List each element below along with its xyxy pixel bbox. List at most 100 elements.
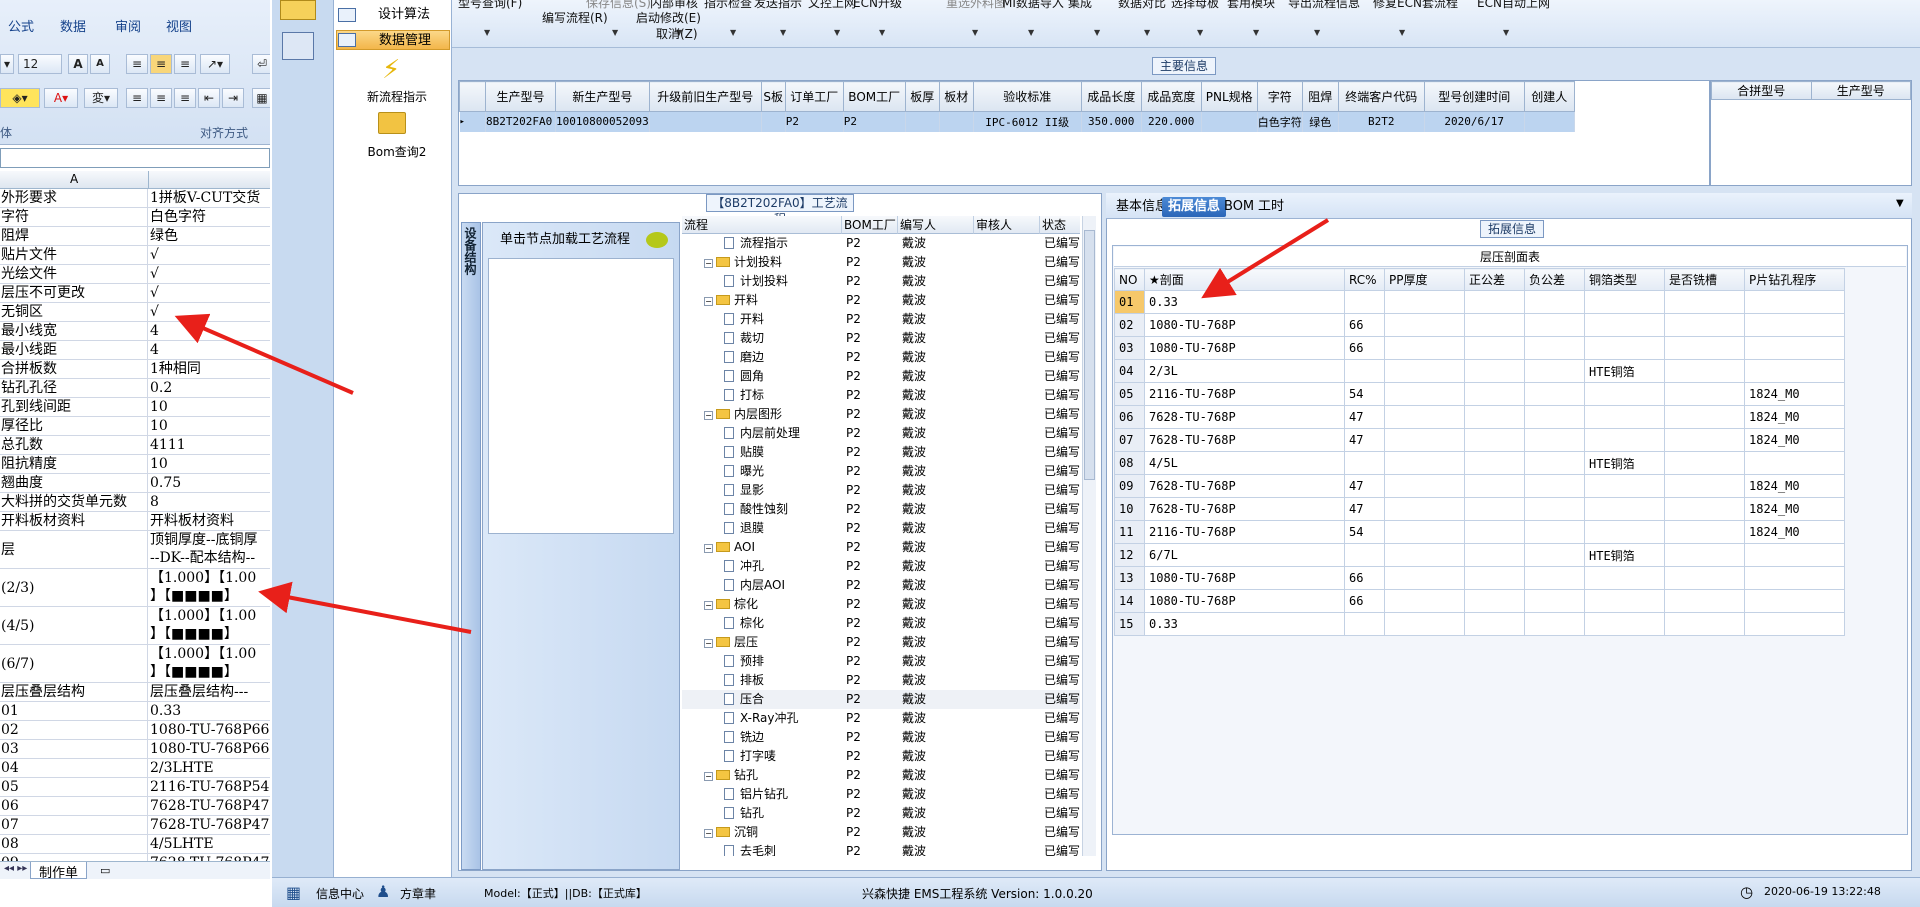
cell-b[interactable]: 2116-TU-768P54: [148, 778, 270, 796]
toolbar-button[interactable]: 导出流程信息: [1288, 0, 1360, 11]
lamination-cell[interactable]: 47: [1344, 405, 1385, 429]
cell-a[interactable]: 光绘文件: [0, 265, 148, 283]
cell-b[interactable]: 10: [148, 398, 270, 416]
lamination-cell[interactable]: 2116-TU-768P: [1144, 520, 1345, 544]
lamination-cell[interactable]: [1744, 451, 1845, 475]
lamination-cell[interactable]: 47: [1344, 428, 1385, 452]
lamination-cell[interactable]: [1464, 405, 1525, 429]
lamination-cell[interactable]: [1584, 612, 1665, 636]
lamination-cell[interactable]: 08: [1114, 451, 1145, 475]
flow-step-cell[interactable]: 钻孔: [724, 804, 842, 823]
main-info-cell[interactable]: P2: [785, 111, 844, 132]
equipment-icon[interactable]: [282, 32, 314, 60]
lamination-cell[interactable]: [1744, 290, 1845, 314]
lamination-row[interactable]: 01 0.33: [1114, 290, 1845, 314]
lamination-col-header[interactable]: PP厚度: [1384, 268, 1465, 291]
lamination-cell[interactable]: [1664, 543, 1745, 567]
collapse-toggle-icon[interactable]: −: [704, 411, 713, 420]
toolbar-button[interactable]: 选择母板: [1171, 0, 1219, 11]
excel-tab-review[interactable]: 审阅: [115, 16, 141, 35]
lamination-col-header[interactable]: RC%: [1344, 268, 1385, 291]
main-info-col-header[interactable]: 创建人: [1523, 81, 1575, 112]
main-info-cell[interactable]: [761, 111, 786, 132]
lamination-cell[interactable]: [1464, 566, 1525, 590]
lamination-cell[interactable]: [1664, 428, 1745, 452]
lamination-cell[interactable]: 14: [1114, 589, 1145, 613]
collapse-toggle-icon[interactable]: −: [704, 639, 713, 648]
lamination-cell[interactable]: [1464, 520, 1525, 544]
lamination-cell[interactable]: [1744, 543, 1845, 567]
dropdown-caret-icon[interactable]: ▼: [879, 28, 885, 37]
merge-col-header[interactable]: 生产型号: [1810, 81, 1911, 100]
flow-step-cell[interactable]: 计划投料: [724, 272, 842, 291]
lamination-cell[interactable]: [1584, 520, 1665, 544]
flow-tree-row[interactable]: − 层压 P2 戴波 已编写: [682, 633, 1080, 652]
sheet-nav-arrows-icon[interactable]: ◂◂ ▸▸: [4, 863, 27, 874]
cell-a[interactable]: 阻抗精度: [0, 455, 148, 473]
main-info-col-header[interactable]: 字符: [1256, 81, 1303, 112]
align-top-icon[interactable]: ≡: [126, 54, 148, 74]
fill-color-icon[interactable]: ◈▾: [0, 88, 40, 108]
lamination-row[interactable]: 10 7628-TU-768P 47 1824_M0: [1114, 497, 1845, 521]
lamination-cell[interactable]: 2/3L: [1144, 359, 1345, 383]
lamination-cell[interactable]: 66: [1344, 566, 1385, 590]
cell-a[interactable]: 层压不可更改: [0, 284, 148, 302]
cell-a[interactable]: 外形要求: [0, 189, 148, 207]
lamination-cell[interactable]: [1464, 290, 1525, 314]
cell-a[interactable]: 厚径比: [0, 417, 148, 435]
collapse-toggle-icon[interactable]: −: [704, 297, 713, 306]
insert-sheet-icon[interactable]: ▭: [100, 864, 110, 877]
lamination-cell[interactable]: 11: [1114, 520, 1145, 544]
lamination-cell[interactable]: [1384, 382, 1465, 406]
lightning-icon[interactable]: ⚡: [382, 55, 400, 85]
flow-tree-row[interactable]: 打标 P2 戴波 已编写: [682, 386, 1080, 405]
cell-a[interactable]: 05: [0, 778, 148, 796]
lamination-cell[interactable]: [1384, 566, 1465, 590]
cell-b[interactable]: 1080-TU-768P66: [148, 721, 270, 739]
flow-tree-row[interactable]: 冲孔 P2 戴波 已编写: [682, 557, 1080, 576]
align-bottom-icon[interactable]: ≡: [174, 54, 196, 74]
cell-b[interactable]: 层压叠层结构---: [148, 683, 270, 701]
flow-tree-row[interactable]: 钻孔 P2 戴波 已编写: [682, 804, 1080, 823]
lamination-cell[interactable]: [1664, 566, 1745, 590]
flow-step-cell[interactable]: 磨边: [724, 348, 842, 367]
lamination-row[interactable]: 08 4/5L HTE铜箔: [1114, 451, 1845, 475]
lamination-cell[interactable]: 1080-TU-768P: [1144, 566, 1345, 590]
flow-tree-row[interactable]: 排板 P2 戴波 已编写: [682, 671, 1080, 690]
flow-step-cell[interactable]: 裁切: [724, 329, 842, 348]
lamination-cell[interactable]: HTE铜箔: [1584, 543, 1665, 567]
main-info-col-header[interactable]: BOM工厂: [842, 81, 906, 112]
device-structure-tab[interactable]: 设备结构: [461, 222, 481, 870]
flow-col-header[interactable]: 编写人: [898, 216, 974, 234]
align-right-icon[interactable]: ≡: [174, 88, 196, 108]
flow-step-cell[interactable]: 排板: [724, 671, 842, 690]
main-info-cell[interactable]: B2T2: [1338, 111, 1425, 132]
main-info-cell[interactable]: 2020/6/17: [1424, 111, 1525, 132]
align-center-icon[interactable]: ≡: [150, 88, 172, 108]
lamination-cell[interactable]: 1824_M0: [1744, 428, 1845, 452]
flow-tree-row[interactable]: 圆角 P2 戴波 已编写: [682, 367, 1080, 386]
lamination-cell[interactable]: HTE铜箔: [1584, 451, 1665, 475]
flow-step-cell[interactable]: − 内层图形: [704, 405, 842, 424]
flow-tree-row[interactable]: − 内层图形 P2 戴波 已编写: [682, 405, 1080, 424]
cancel-button[interactable]: 取消(Z): [656, 25, 698, 42]
lamination-row[interactable]: 02 1080-TU-768P 66: [1114, 313, 1845, 337]
bom-query-label[interactable]: Bom查询2: [360, 143, 434, 160]
lamination-cell[interactable]: [1464, 474, 1525, 498]
lamination-cell[interactable]: [1664, 589, 1745, 613]
toolbar-button[interactable]: MI数据导入: [1002, 0, 1064, 11]
folder-icon[interactable]: [378, 112, 406, 134]
lamination-cell[interactable]: 15: [1114, 612, 1145, 636]
lamination-cell[interactable]: [1584, 428, 1665, 452]
lamination-row[interactable]: 09 7628-TU-768P 47 1824_M0: [1114, 474, 1845, 498]
dropdown-caret-icon[interactable]: ▼: [1253, 28, 1259, 37]
lamination-cell[interactable]: [1464, 497, 1525, 521]
lamination-cell[interactable]: [1384, 474, 1465, 498]
cell-a[interactable]: 02: [0, 721, 148, 739]
dropdown-caret-icon[interactable]: ▼: [730, 28, 736, 37]
lamination-cell[interactable]: [1584, 566, 1665, 590]
align-middle-icon[interactable]: ≡: [150, 54, 172, 74]
lamination-cell[interactable]: [1384, 520, 1465, 544]
cell-b[interactable]: 8: [148, 493, 270, 511]
lamination-cell[interactable]: HTE铜箔: [1584, 359, 1665, 383]
